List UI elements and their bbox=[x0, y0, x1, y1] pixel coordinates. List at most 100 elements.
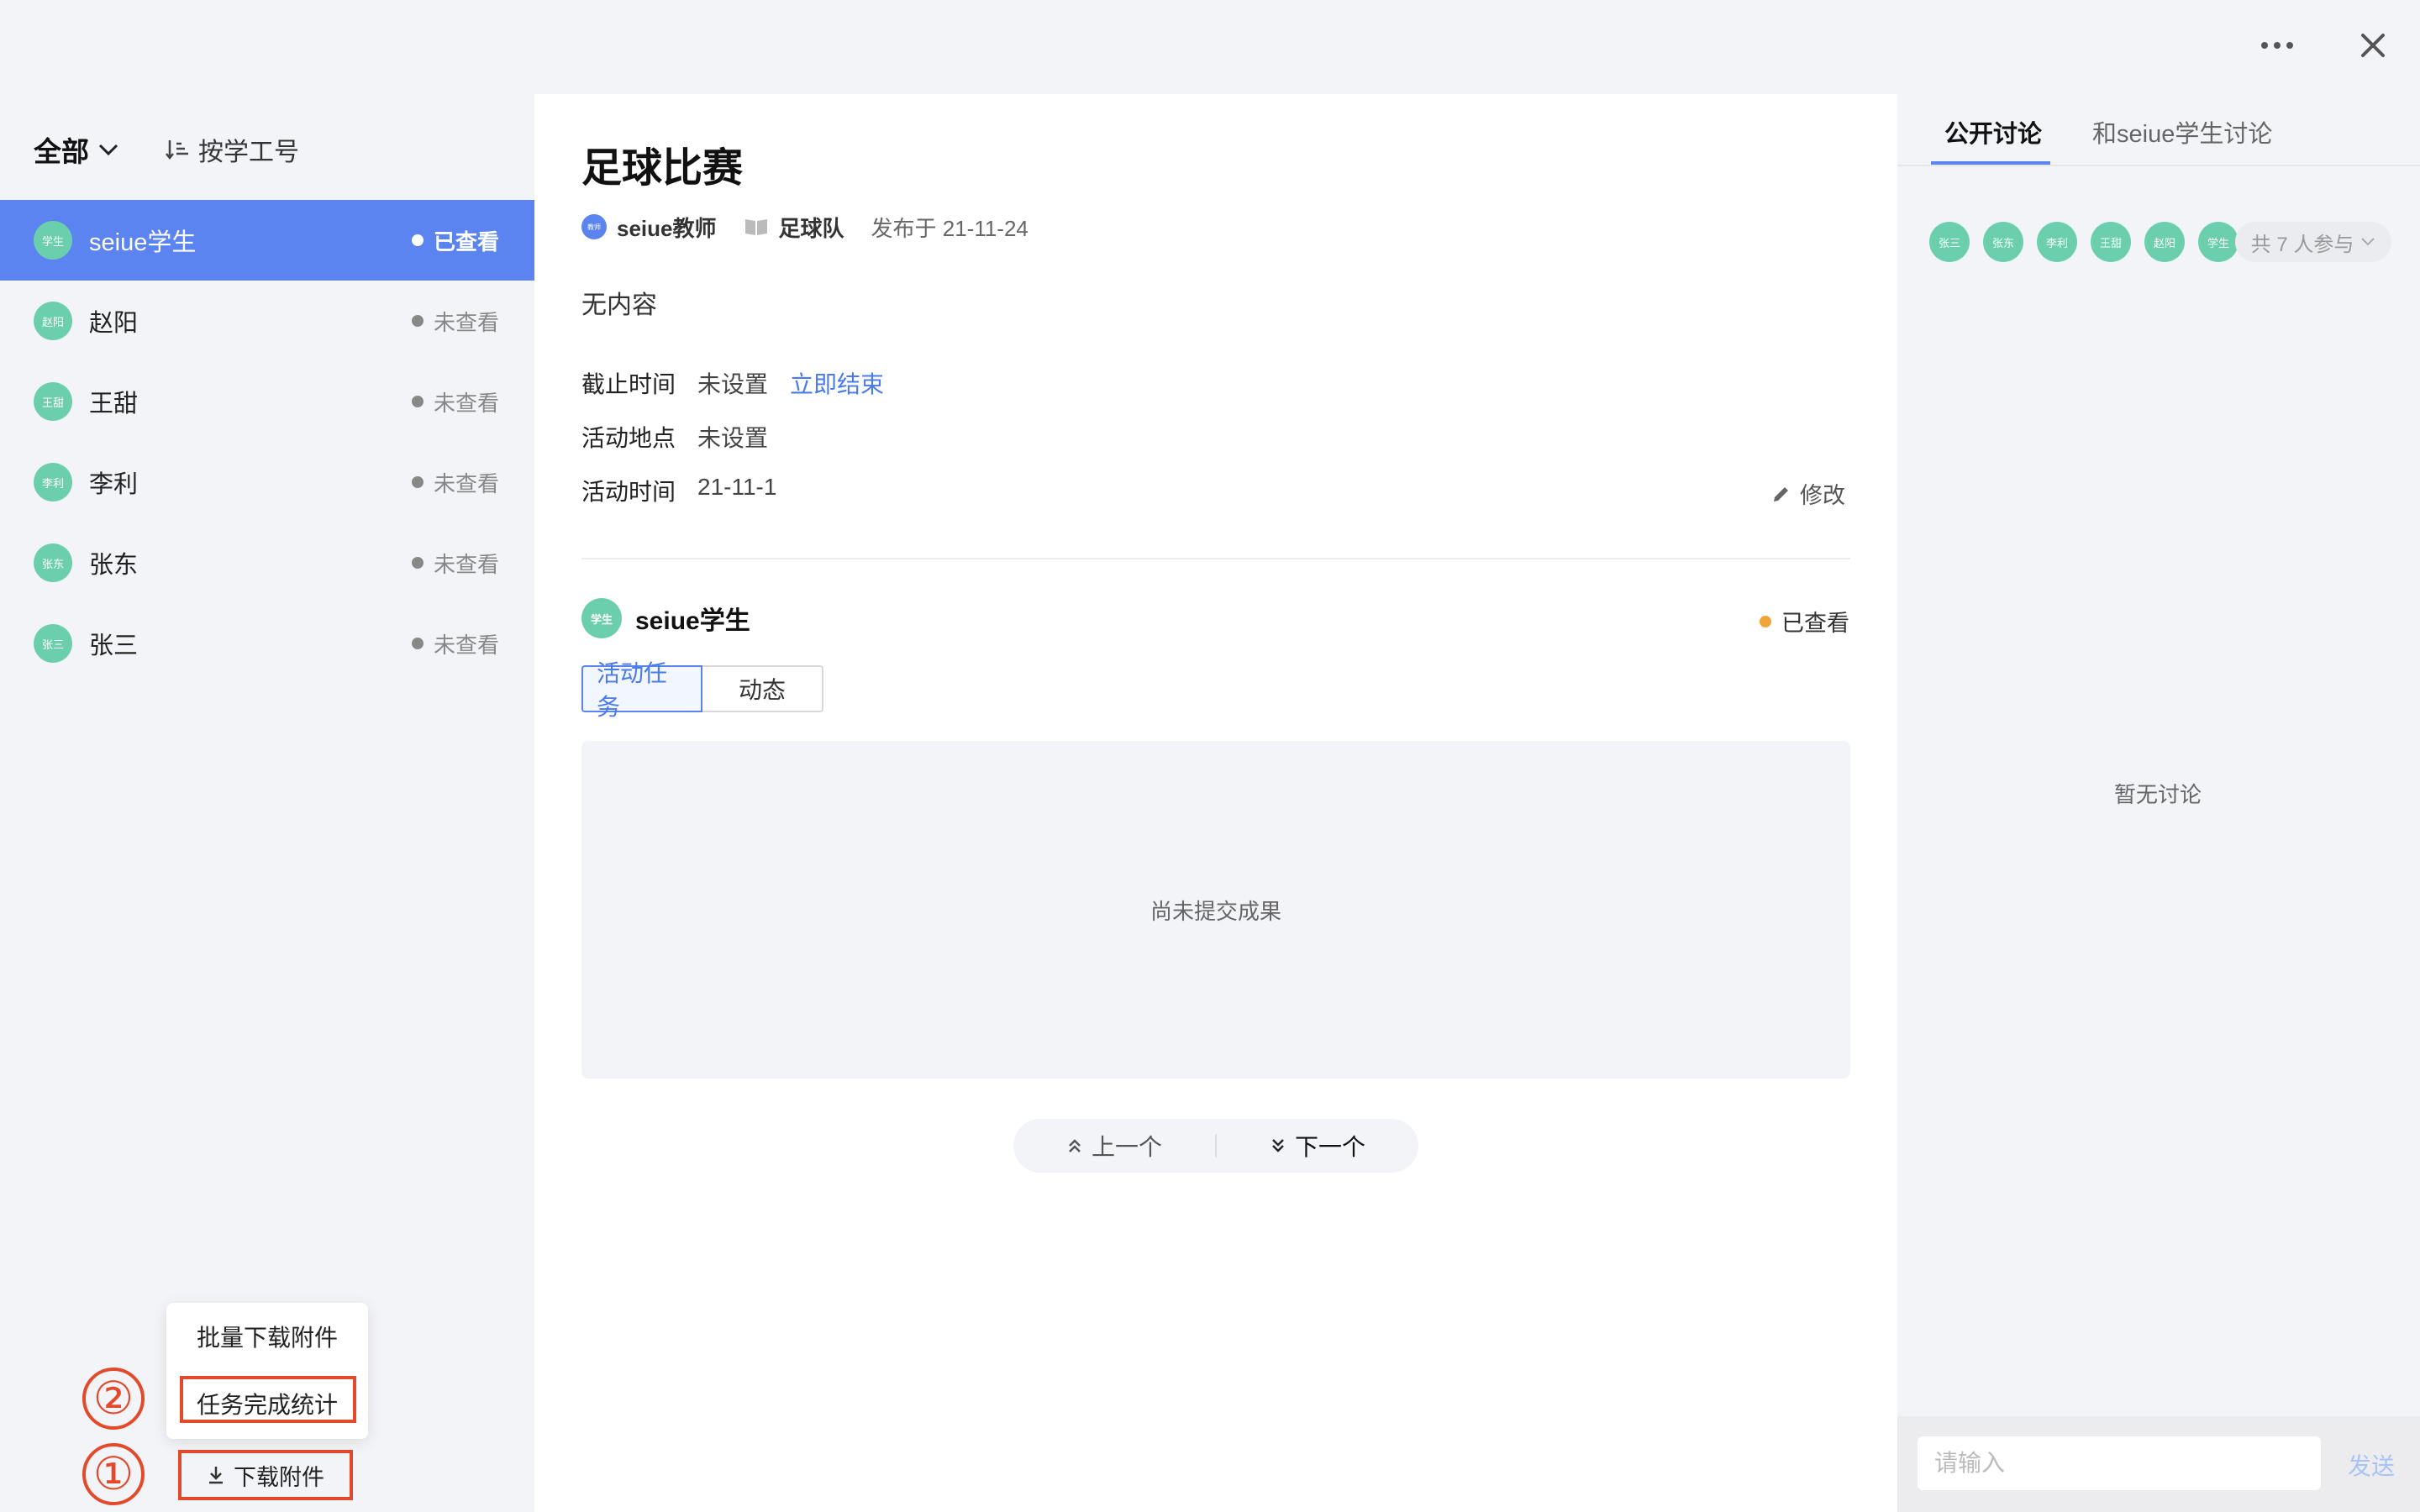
student-pager: 上一个 下一个 bbox=[1013, 1119, 1418, 1173]
deadline-label: 截止时间 bbox=[581, 371, 676, 397]
next-button[interactable]: 下一个 bbox=[1217, 1129, 1418, 1163]
tab-student-discussion[interactable]: 和seiue学生讨论 bbox=[2092, 114, 2272, 150]
sort-by-id-button[interactable]: 按学工号 bbox=[165, 131, 299, 168]
status-dot bbox=[411, 557, 424, 569]
divider bbox=[581, 558, 1850, 559]
student-row[interactable]: 学生 seiue学生 已查看 bbox=[0, 200, 534, 281]
edit-label: 修改 bbox=[1800, 483, 1845, 508]
filter-all-dropdown[interactable]: 全部 bbox=[34, 129, 119, 170]
avatar: 张三 bbox=[1929, 222, 1970, 262]
student-name: 王甜 bbox=[89, 391, 139, 417]
end-now-link[interactable]: 立即结束 bbox=[790, 366, 884, 400]
time-label: 活动时间 bbox=[581, 479, 676, 505]
edit-button[interactable]: 修改 bbox=[1771, 477, 1845, 510]
status-badge: 未查看 bbox=[411, 386, 499, 417]
tab-public-discussion[interactable]: 公开讨论 bbox=[1944, 114, 2042, 150]
filter-all-label: 全部 bbox=[34, 136, 89, 167]
participant-count-dropdown[interactable]: 共 7 人参与 bbox=[2235, 222, 2391, 262]
tab-divider bbox=[1897, 165, 2420, 166]
more-horizontal-icon[interactable] bbox=[2257, 29, 2297, 62]
status-dot bbox=[411, 234, 424, 246]
avatar: 王甜 bbox=[34, 382, 72, 421]
detail-tabs: 活动任务 动态 bbox=[581, 660, 823, 720]
student-name: 张东 bbox=[89, 552, 139, 579]
avatar: 张东 bbox=[1983, 222, 2023, 262]
student-name: 李利 bbox=[89, 471, 139, 498]
location-value: 未设置 bbox=[697, 425, 769, 451]
teacher-name: seiue教师 bbox=[617, 215, 717, 241]
student-detail-header: 学生 seiue学生 bbox=[581, 598, 750, 638]
avatar: 李利 bbox=[2037, 222, 2077, 262]
student-name: 张三 bbox=[89, 633, 139, 659]
student-row[interactable]: 张东 张东 未查看 bbox=[0, 522, 534, 603]
download-attachment-button[interactable]: 下载附件 bbox=[178, 1450, 353, 1500]
sort-icon bbox=[166, 140, 188, 160]
teacher-avatar: 教师 bbox=[581, 214, 607, 239]
top-bar bbox=[0, 0, 2420, 94]
avatar: 赵阳 bbox=[34, 302, 72, 340]
tab-activity-task[interactable]: 活动任务 bbox=[581, 660, 702, 720]
status-badge: 已查看 bbox=[411, 225, 499, 256]
annotation-marker-2: ② bbox=[82, 1368, 145, 1430]
status-badge: 未查看 bbox=[411, 306, 499, 337]
status-badge: 未查看 bbox=[411, 467, 499, 498]
task-meta: 教师 seiue教师 足球队 发布于 21-11-24 bbox=[581, 210, 1028, 244]
status-badge: 已查看 bbox=[1760, 605, 1849, 638]
time-field: 活动时间 21-11-1 bbox=[581, 474, 776, 507]
next-label: 下一个 bbox=[1294, 1134, 1365, 1160]
avatar: 学生 bbox=[2198, 222, 2238, 262]
double-chevron-up-icon bbox=[1069, 1139, 1081, 1152]
avatar: 张三 bbox=[34, 624, 72, 663]
avatar: 学生 bbox=[34, 221, 72, 260]
publish-date: 发布于 21-11-24 bbox=[871, 215, 1028, 241]
comment-input[interactable] bbox=[1918, 1436, 2321, 1490]
student-list: 学生 seiue学生 已查看 赵阳 赵阳 未查看 王甜 王甜 未查看 李利 李利… bbox=[0, 200, 534, 684]
student-row[interactable]: 李利 李利 未查看 bbox=[0, 442, 534, 522]
close-icon[interactable] bbox=[2353, 25, 2393, 66]
prev-button[interactable]: 上一个 bbox=[1013, 1129, 1215, 1163]
status-dot bbox=[411, 476, 424, 488]
time-value: 21-11-1 bbox=[697, 474, 777, 500]
status-dot bbox=[411, 638, 424, 649]
sort-label: 按学工号 bbox=[198, 139, 299, 166]
avatar: 学生 bbox=[581, 598, 622, 638]
status-text: 未查看 bbox=[433, 470, 499, 496]
book-icon bbox=[744, 219, 767, 235]
participant-count: 共 7 人参与 bbox=[2250, 233, 2354, 256]
status-text: 未查看 bbox=[433, 551, 499, 577]
send-button[interactable]: 发送 bbox=[2348, 1448, 2395, 1482]
student-row[interactable]: 张三 张三 未查看 bbox=[0, 603, 534, 684]
status-text: 已查看 bbox=[1781, 611, 1849, 636]
student-row[interactable]: 王甜 王甜 未查看 bbox=[0, 361, 534, 442]
deadline-field: 截止时间 未设置 立即结束 bbox=[581, 366, 884, 400]
list-filter-bar: 全部 按学工号 bbox=[34, 126, 299, 173]
status-text: 未查看 bbox=[433, 632, 499, 658]
download-label: 下载附件 bbox=[234, 1464, 324, 1490]
task-content: 无内容 bbox=[581, 291, 657, 319]
location-field: 活动地点 未设置 bbox=[581, 420, 768, 454]
double-chevron-down-icon bbox=[1272, 1139, 1284, 1152]
status-text: 未查看 bbox=[433, 309, 499, 335]
avatar: 张东 bbox=[34, 543, 72, 582]
status-text: 已查看 bbox=[433, 228, 499, 255]
submission-empty-state: 尚未提交成果 bbox=[581, 741, 1850, 1079]
status-badge: 未查看 bbox=[411, 628, 499, 659]
student-name: 赵阳 bbox=[89, 310, 139, 337]
status-dot bbox=[1760, 615, 1771, 627]
pencil-icon bbox=[1774, 486, 1788, 501]
avatar: 李利 bbox=[34, 463, 72, 501]
tab-dynamics[interactable]: 动态 bbox=[702, 665, 823, 712]
annotation-highlight-task-stats bbox=[180, 1376, 356, 1423]
batch-download-item[interactable]: 批量下载附件 bbox=[166, 1320, 368, 1353]
avatar: 赵阳 bbox=[2144, 222, 2185, 262]
page-title: 足球比赛 bbox=[581, 146, 744, 191]
no-discussion-text: 暂无讨论 bbox=[2114, 782, 2202, 807]
student-row[interactable]: 赵阳 赵阳 未查看 bbox=[0, 281, 534, 361]
download-icon bbox=[209, 1467, 223, 1484]
location-label: 活动地点 bbox=[581, 425, 676, 451]
prev-label: 上一个 bbox=[1091, 1134, 1162, 1160]
chevron-down-icon bbox=[98, 144, 118, 156]
group-name: 足球队 bbox=[778, 215, 844, 241]
status-dot bbox=[411, 396, 424, 407]
deadline-value: 未设置 bbox=[697, 371, 769, 397]
